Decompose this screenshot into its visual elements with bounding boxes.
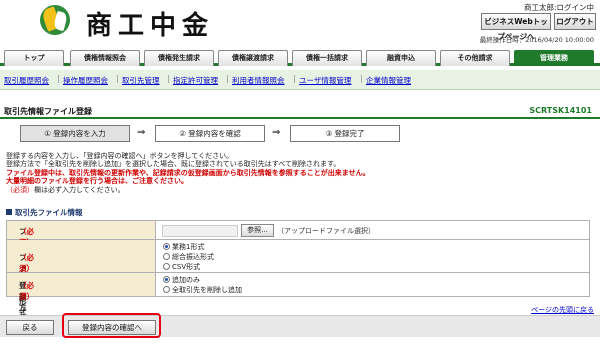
- subnav-company-info-management[interactable]: 企業情報管理: [366, 75, 411, 86]
- instruction-text: 登録方法で「全取引先を削除し追加」を選択した場合、既に登録されている取引先はすべ…: [6, 160, 341, 168]
- radio-icon: [163, 286, 170, 293]
- subnav-user-info-management[interactable]: ユーザ情報管理: [299, 75, 351, 86]
- main-tab-bar: トップ 債権情報照会 債権発生請求 債権譲渡請求 債権一括請求 融資申込 その他…: [0, 50, 600, 66]
- page-title-bar: 取引先情報ファイル登録 SCRTSK14101: [0, 105, 600, 119]
- subnav-transaction-history[interactable]: 取引履歴照会: [4, 75, 49, 86]
- register-method-option-add[interactable]: 追加のみ: [163, 275, 200, 285]
- step-arrow-icon: ⇒: [272, 127, 281, 138]
- register-method-option-replace[interactable]: 全取引先を削除し追加: [163, 285, 242, 295]
- required-mark: （必須）: [6, 186, 34, 194]
- radio-selected-icon: [163, 243, 170, 250]
- file-name-row: ファイル名（必須） 参照... （アップロードファイル選択）: [6, 220, 590, 280]
- radio-icon: [163, 263, 170, 270]
- browse-button[interactable]: 参照...: [241, 224, 274, 237]
- tab-bulk-request[interactable]: 債権一括請求: [292, 50, 362, 66]
- step-input: ① 登録内容を入力: [20, 125, 130, 142]
- tab-loan-application[interactable]: 融資申込: [366, 50, 436, 66]
- section-title: 取引先ファイル情報: [15, 208, 83, 217]
- sub-navigation: 取引履歴照会 | 操作履歴照会 | 取引先管理 | 指定許可管理 | 利用者情報…: [0, 70, 600, 90]
- page-title: 取引先情報ファイル登録: [4, 107, 92, 116]
- step-complete: ③ 登録完了: [290, 125, 400, 142]
- file-registration-form: ファイル名（必須） 参照... （アップロードファイル選択） ファイル形式（必須…: [6, 220, 590, 323]
- subnav-user-info-inquiry[interactable]: 利用者情報照会: [232, 75, 285, 86]
- step-confirm: ② 登録内容を確認: [155, 125, 265, 142]
- tab-credit-inquiry[interactable]: 債権情報照会: [70, 50, 140, 66]
- back-button[interactable]: 戻る: [6, 320, 54, 335]
- business-web-top-button[interactable]: ビジネスWebトップページへ: [481, 13, 551, 41]
- back-to-top-link[interactable]: ページの先頭に戻る: [531, 305, 594, 315]
- tab-credit-issue[interactable]: 債権発生請求: [144, 50, 214, 66]
- subnav-separator: |: [360, 74, 363, 83]
- required-note-text: 欄は必ず入力してください。: [34, 186, 125, 194]
- register-method-label-cell: 登録方法（必須）: [7, 273, 156, 323]
- radio-selected-icon: [163, 276, 170, 283]
- logout-button[interactable]: ログアウト: [554, 13, 596, 30]
- file-format-label-cell: ファイル形式（必須）: [7, 240, 156, 317]
- logo-text: 商工中金: [86, 11, 215, 41]
- warning-text: 大量明細のファイル登録を行う場合は、ご注意ください。: [6, 177, 188, 185]
- tab-other-requests[interactable]: その他請求: [440, 50, 510, 66]
- file-format-option-csv[interactable]: CSV形式: [163, 262, 200, 272]
- step-arrow-icon: ⇒: [137, 127, 146, 138]
- highlight-frame: [62, 313, 161, 338]
- section-heading: 取引先ファイル情報: [6, 207, 83, 218]
- upload-note: （アップロードファイル選択）: [277, 227, 375, 235]
- square-bullet-icon: [6, 209, 12, 215]
- warning-text: ファイル登録中は、取引先情報の更新作業や、記録請求の仮登録画面から取引先情報を参…: [6, 169, 370, 177]
- subnav-separator: |: [226, 74, 229, 83]
- subnav-separator: |: [293, 74, 296, 83]
- file-format-option-sogo[interactable]: 総合振込形式: [163, 252, 214, 262]
- screen-id: SCRTSK14101: [529, 106, 592, 115]
- radio-icon: [163, 253, 170, 260]
- shokochukin-logo-icon: [40, 5, 70, 35]
- tab-credit-transfer[interactable]: 債権譲渡請求: [218, 50, 288, 66]
- last-operation-time: 最終操作日時：2016/04/20 10:00:00: [479, 36, 594, 44]
- file-path-field[interactable]: [162, 225, 238, 237]
- file-format-option-gyomu1[interactable]: 業務1形式: [163, 242, 204, 252]
- register-method-row: 登録方法（必須） 追加のみ 全取引先を削除し追加: [6, 273, 590, 323]
- subnav-separator: |: [167, 74, 170, 83]
- user-name: 商工太郎:ログイン中: [523, 3, 594, 12]
- subnav-partner-management[interactable]: 取引先管理: [122, 75, 160, 86]
- file-format-row: ファイル形式（必須） 業務1形式 総合振込形式 CSV形式: [6, 240, 590, 317]
- required-note: （必須）欄は必ず入力してください。: [6, 186, 125, 194]
- subnav-permission-management[interactable]: 指定許可管理: [173, 75, 218, 86]
- file-name-label-cell: ファイル名（必須）: [7, 221, 156, 280]
- tab-top[interactable]: トップ: [4, 50, 64, 66]
- instruction-text: 登録する内容を入力し、「登録内容の確認へ」ボタンを押してください。: [6, 152, 234, 160]
- subnav-operation-history[interactable]: 操作履歴照会: [63, 75, 108, 86]
- subnav-separator: |: [57, 74, 60, 83]
- subnav-separator: |: [116, 74, 119, 83]
- header: 商工中金 商工太郎:ログイン中 ビジネスWebトップページへ ログアウト 最終操…: [0, 0, 600, 48]
- tab-management[interactable]: 管理業務: [514, 50, 594, 66]
